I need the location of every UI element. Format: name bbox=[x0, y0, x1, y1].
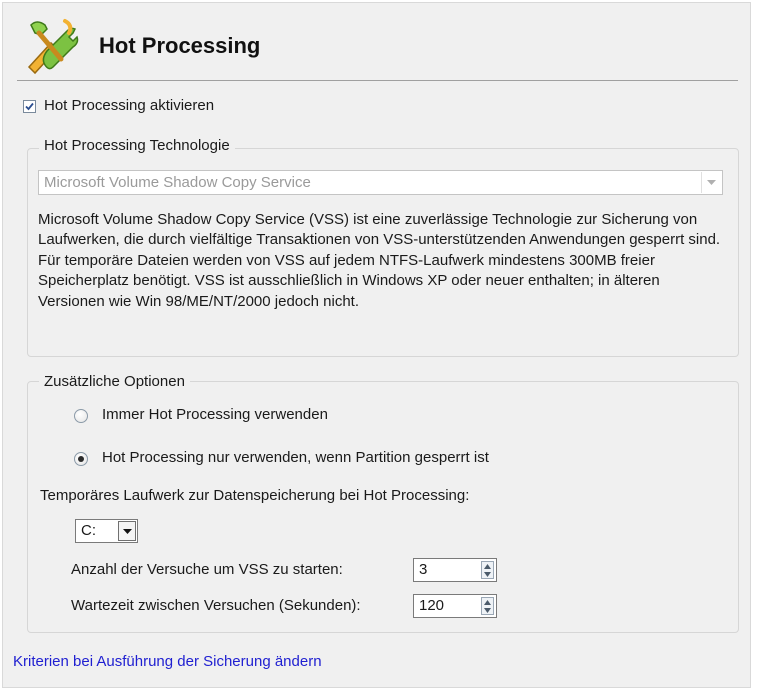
temp-drive-select[interactable]: C: bbox=[75, 519, 138, 543]
vss-attempts-spinner[interactable]: 3 bbox=[413, 558, 497, 582]
checkmark-icon bbox=[25, 102, 34, 111]
technology-select[interactable]: Microsoft Volume Shadow Copy Service bbox=[38, 170, 723, 195]
radio-always-hot-processing-label[interactable]: Immer Hot Processing verwenden bbox=[102, 406, 328, 423]
options-group-title: Zusätzliche Optionen bbox=[39, 373, 190, 390]
wait-time-value: 120 bbox=[419, 597, 445, 614]
radio-hot-processing-when-locked-label[interactable]: Hot Processing nur verwenden, wenn Parti… bbox=[102, 449, 489, 466]
hot-processing-panel: Hot Processing Hot Processing aktivieren… bbox=[2, 2, 751, 688]
temp-drive-value: C: bbox=[81, 522, 96, 539]
enable-hot-processing-checkbox[interactable] bbox=[23, 100, 36, 113]
radio-selected-dot bbox=[78, 456, 84, 462]
spinner-arrows-icon[interactable] bbox=[481, 561, 494, 579]
radio-always-hot-processing[interactable] bbox=[74, 409, 88, 423]
temp-drive-label: Temporäres Laufwerk zur Datenspeicherung… bbox=[40, 487, 470, 504]
technology-description: Microsoft Volume Shadow Copy Service (VS… bbox=[38, 211, 721, 310]
header-divider bbox=[17, 80, 738, 81]
radio-hot-processing-when-locked[interactable] bbox=[74, 452, 88, 466]
tools-wrench-icon bbox=[21, 15, 81, 75]
page-title: Hot Processing bbox=[99, 33, 261, 58]
chevron-down-icon bbox=[701, 172, 721, 193]
backup-criteria-link[interactable]: Kriterien bei Ausführung der Sicherung ä… bbox=[13, 653, 322, 670]
spinner-arrows-icon[interactable] bbox=[481, 597, 494, 615]
vss-attempts-label: Anzahl der Versuche um VSS zu starten: bbox=[71, 561, 343, 578]
chevron-down-icon[interactable] bbox=[118, 521, 136, 541]
wait-time-label: Wartezeit zwischen Versuchen (Sekunden): bbox=[71, 597, 361, 614]
vss-attempts-value: 3 bbox=[419, 561, 428, 578]
technology-select-value: Microsoft Volume Shadow Copy Service bbox=[44, 174, 311, 191]
technology-group-title: Hot Processing Technologie bbox=[39, 137, 235, 154]
enable-hot-processing-label[interactable]: Hot Processing aktivieren bbox=[44, 97, 214, 114]
wait-time-spinner[interactable]: 120 bbox=[413, 594, 497, 618]
